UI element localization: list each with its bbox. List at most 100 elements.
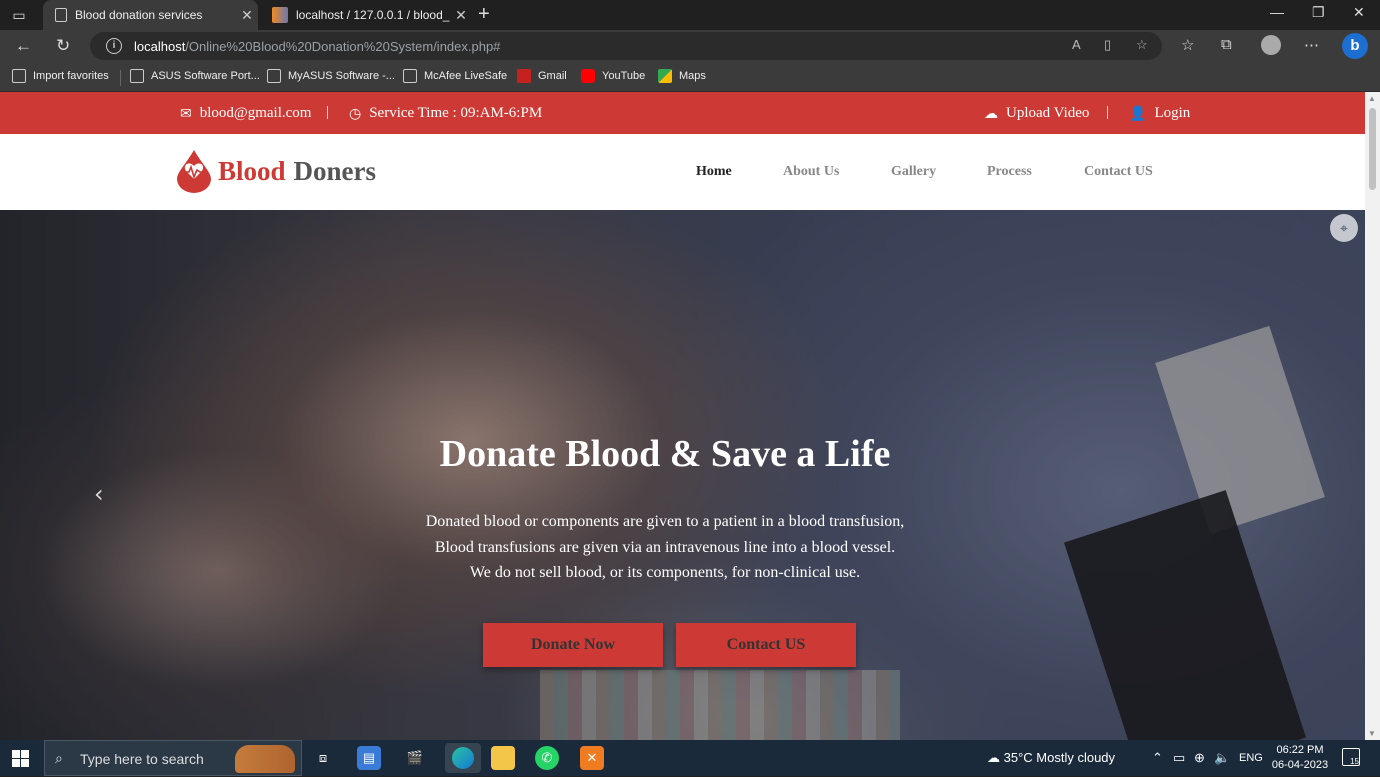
bookmark-myasus[interactable]: MyASUS Software -... (267, 69, 395, 83)
tab-phpmyadmin[interactable]: localhost / 127.0.0.1 / blood_serv ✕ (260, 0, 472, 30)
media-app-icon[interactable]: 🎬 (403, 746, 427, 770)
bookmark-gmail[interactable]: Gmail (517, 69, 567, 83)
hero-title: Donate Blood & Save a Life (439, 433, 891, 475)
site-logo[interactable]: Blood Doners (174, 148, 376, 194)
notifications-icon[interactable]: 15 (1342, 748, 1360, 766)
web-page: ✉ blood@gmail.com | ◷ Service Time : 09:… (0, 92, 1365, 740)
nav-contact-us[interactable]: Contact US (1084, 164, 1153, 180)
windows-taskbar: ⌕ Type here to search ⧈ ▤ 🎬 ✆ ✕ ☁ 35°C M… (0, 740, 1380, 776)
upload-video-link[interactable]: ☁ Upload Video (984, 105, 1089, 122)
new-tab-icon[interactable]: + (478, 4, 490, 24)
login-link[interactable]: 👤 Login (1129, 105, 1190, 122)
maps-icon (658, 69, 672, 83)
app-icon[interactable]: ▤ (357, 746, 381, 770)
volume-icon[interactable]: 🔈 (1214, 750, 1230, 766)
scroll-down-icon[interactable]: ▼ (1368, 729, 1376, 738)
site-topbar: ✉ blood@gmail.com | ◷ Service Time : 09:… (0, 92, 1365, 134)
weather-widget[interactable]: ☁ 35°C Mostly cloudy (987, 750, 1115, 766)
immersive-reader-icon[interactable]: ▯ (1104, 37, 1111, 53)
contact-us-button[interactable]: Contact US (676, 623, 856, 667)
hero-text-line: We do not sell blood, or its components,… (469, 564, 861, 581)
scrollbar-thumb[interactable] (1369, 108, 1376, 190)
hero-carousel: ⌖ ‹ Donate Blood & Save a Life Donated b… (0, 210, 1365, 740)
page-icon (130, 69, 144, 83)
collections-icon[interactable]: ⧉ (1221, 36, 1232, 53)
address-bar[interactable]: i localhost/Online%20Blood%20Donation%20… (90, 32, 1162, 60)
bookmarks-bar: Import favorites ASUS Software Port... M… (0, 62, 1380, 92)
visual-search-icon[interactable]: ⌖ (1330, 214, 1358, 242)
gmail-icon (517, 69, 531, 83)
bookmark-asus-portal[interactable]: ASUS Software Port... (130, 69, 260, 83)
task-view-icon[interactable]: ⧈ (311, 746, 335, 770)
nav-about-us[interactable]: About Us (783, 164, 839, 180)
bing-icon[interactable]: b (1342, 33, 1368, 59)
back-icon[interactable]: ← (15, 36, 32, 56)
page-icon (55, 8, 67, 22)
scroll-up-icon[interactable]: ▲ (1368, 94, 1376, 103)
windows-start-icon[interactable] (12, 750, 29, 767)
page-icon (403, 69, 417, 83)
search-highlight-image (235, 745, 295, 773)
more-icon[interactable]: ⋯ (1304, 36, 1319, 54)
file-explorer-icon[interactable] (491, 746, 515, 770)
whatsapp-icon[interactable]: ✆ (535, 746, 559, 770)
tab-title: Blood donation services (75, 8, 203, 22)
youtube-icon (581, 69, 595, 83)
url-text[interactable]: localhost/Online%20Blood%20Donation%20Sy… (134, 39, 500, 54)
close-tab-icon[interactable]: ✕ (450, 7, 472, 24)
search-icon: ⌕ (55, 750, 63, 766)
language-indicator[interactable]: ENG (1239, 752, 1263, 764)
minimize-icon[interactable]: — (1270, 4, 1284, 20)
edge-icon[interactable] (445, 743, 481, 773)
favorites-icon[interactable]: ☆ (1181, 36, 1194, 54)
blood-drop-icon (177, 150, 211, 193)
page-icon (267, 69, 281, 83)
hero-text-line: Blood transfusions are given via an intr… (434, 539, 896, 556)
clock-time: 06:22 PM (1276, 744, 1324, 756)
clock-date: 06-04-2023 (1271, 759, 1329, 771)
cloud-icon: ☁ (987, 750, 1004, 765)
network-icon[interactable]: ⊕ (1194, 750, 1205, 766)
logo-text-blood: Blood (218, 155, 286, 186)
site-header: Blood Doners Home About Us Gallery Proces… (0, 134, 1365, 210)
service-time: ◷ Service Time : 09:AM-6:PM (349, 105, 543, 122)
bookmark-import-favorites[interactable]: Import favorites (12, 69, 109, 83)
tab-title: localhost / 127.0.0.1 / blood_serv (296, 8, 450, 22)
tab-blood-donation[interactable]: Blood donation services ✕ (43, 0, 258, 30)
bookmark-youtube[interactable]: YouTube (581, 69, 645, 83)
profile-avatar[interactable] (1261, 35, 1281, 55)
add-favorite-icon[interactable]: ☆ (1136, 37, 1148, 53)
browser-toolbar: ← ↻ i localhost/Online%20Blood%20Donatio… (0, 30, 1380, 62)
envelope-icon: ✉ (180, 105, 192, 122)
restore-icon[interactable]: ❐ (1312, 4, 1325, 21)
topbar-divider: | (326, 104, 330, 120)
taskbar-search[interactable]: ⌕ Type here to search (44, 740, 302, 776)
bookmark-maps[interactable]: Maps (658, 69, 706, 83)
user-icon: 👤 (1129, 105, 1147, 122)
page-scrollbar[interactable]: ▲ ▼ (1365, 92, 1380, 740)
close-window-icon[interactable]: ✕ (1353, 4, 1365, 21)
phpmyadmin-icon (272, 7, 288, 23)
refresh-icon[interactable]: ↻ (56, 36, 70, 56)
tab-actions-icon[interactable]: ▭ (10, 6, 28, 24)
battery-icon[interactable]: ▭ (1173, 750, 1185, 766)
xampp-icon[interactable]: ✕ (580, 746, 604, 770)
show-hidden-icons[interactable]: ⌃ (1152, 750, 1163, 766)
clock-icon: ◷ (349, 105, 362, 122)
hero-text-line: Donated blood or components are given to… (425, 513, 905, 530)
import-icon (12, 69, 26, 83)
nav-home[interactable]: Home (696, 164, 732, 180)
search-placeholder: Type here to search (80, 751, 204, 767)
nav-process[interactable]: Process (987, 164, 1032, 180)
site-info-icon[interactable]: i (106, 38, 122, 54)
bookmark-mcafee[interactable]: McAfee LiveSafe (403, 69, 507, 83)
donate-now-button[interactable]: Donate Now (483, 623, 663, 667)
cloud-upload-icon: ☁ (984, 105, 998, 122)
close-tab-icon[interactable]: ✕ (236, 7, 258, 24)
contact-email[interactable]: ✉ blood@gmail.com (180, 105, 311, 122)
notification-count: 15 (1350, 757, 1359, 766)
carousel-prev-icon[interactable]: ‹ (94, 480, 104, 508)
read-aloud-icon[interactable]: A (1072, 37, 1081, 52)
nav-gallery[interactable]: Gallery (891, 164, 936, 180)
taskbar-clock[interactable]: 06:22 PM 06-04-2023 (1270, 743, 1330, 773)
